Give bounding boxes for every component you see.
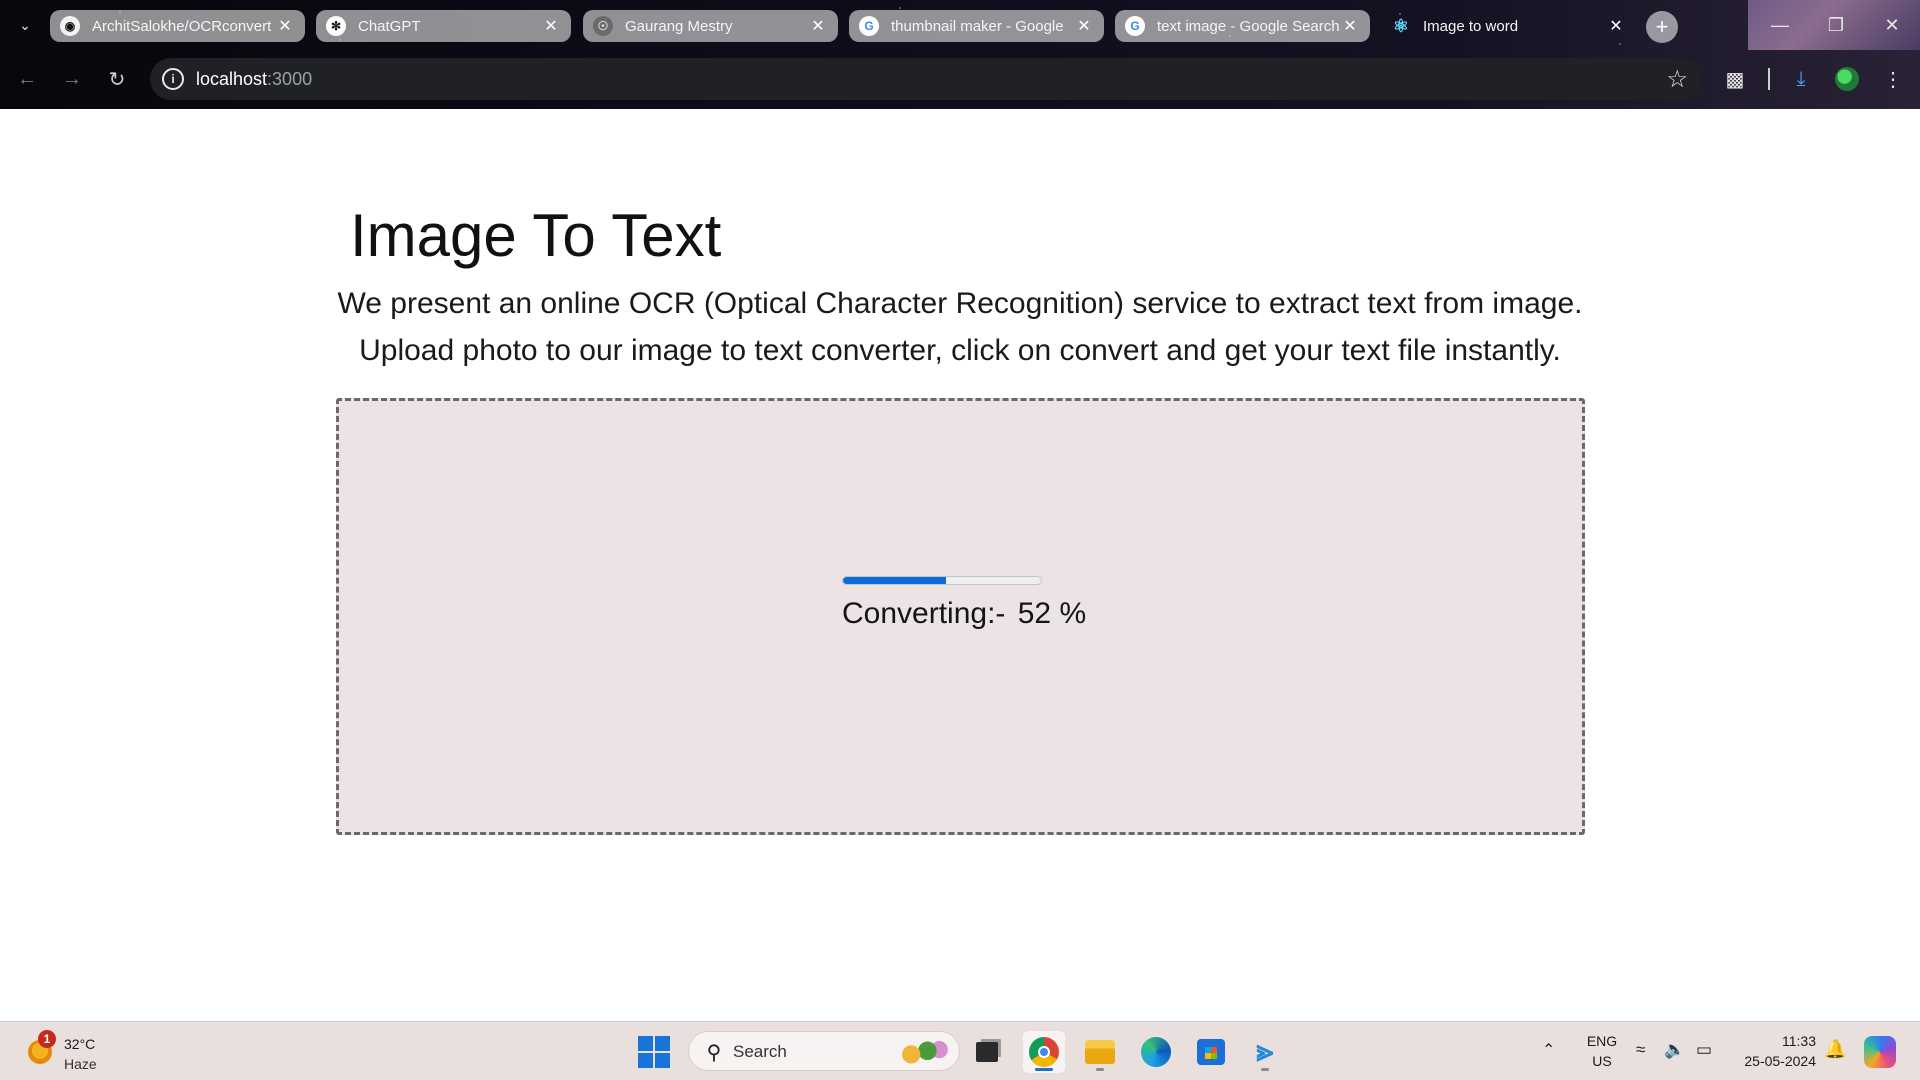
close-window-button[interactable]: ✕ bbox=[1864, 0, 1920, 50]
arrow-right-icon: → bbox=[62, 67, 82, 90]
forward-button[interactable]: → bbox=[55, 62, 89, 96]
tab-thumbnail-maker[interactable]: G thumbnail maker - Google ✕ bbox=[849, 10, 1104, 42]
chatgpt-icon: ✻ bbox=[326, 16, 346, 36]
volume-icon[interactable]: 🔈 bbox=[1664, 1040, 1685, 1060]
tab-image-to-word[interactable]: ⚛ Image to word ✕ bbox=[1381, 10, 1636, 42]
globe-icon: ☉ bbox=[593, 16, 613, 36]
close-icon[interactable]: ✕ bbox=[808, 16, 828, 36]
extensions-icon[interactable]: ▩ bbox=[1720, 64, 1750, 94]
taskbar-edge[interactable] bbox=[1135, 1031, 1177, 1073]
search-icon: ⚲ bbox=[706, 1041, 722, 1064]
taskbar-store[interactable] bbox=[1190, 1031, 1232, 1073]
more-menu-icon[interactable]: ⋮ bbox=[1878, 64, 1908, 94]
wifi-icon[interactable]: ≈ bbox=[1636, 1040, 1645, 1060]
close-icon[interactable]: ✕ bbox=[1074, 16, 1094, 36]
site-info-icon[interactable]: i bbox=[162, 68, 184, 90]
tab-github[interactable]: ◉ ArchitSalokhe/OCRconvert ✕ bbox=[50, 10, 305, 42]
url-port: :3000 bbox=[267, 69, 313, 89]
taskbar: 1 32°C Haze ⚲ Search ⪢ ⌃ ENG US ≈ 🔈 ▭ 11… bbox=[0, 1021, 1920, 1080]
bookmark-star-icon[interactable]: ☆ bbox=[1666, 65, 1688, 94]
tab-chatgpt[interactable]: ✻ ChatGPT ✕ bbox=[316, 10, 571, 42]
system-clock[interactable]: 11:33 25-05-2024 bbox=[1736, 1031, 1816, 1071]
google-icon: G bbox=[1125, 16, 1145, 36]
weather-widget[interactable]: 1 32°C Haze bbox=[24, 1030, 114, 1074]
description-line-1: We present an online OCR (Optical Charac… bbox=[337, 287, 1583, 320]
browser-chrome: — ❐ ✕ ⌄ ◉ ArchitSalokhe/OCRconvert ✕ ✻ C… bbox=[0, 0, 1920, 109]
windows-logo-icon bbox=[638, 1036, 653, 1051]
tab-title: ArchitSalokhe/OCRconvert bbox=[92, 17, 272, 35]
description-line-2: Upload photo to our image to text conver… bbox=[359, 334, 1561, 367]
page-content: Image To Text We present an online OCR (… bbox=[0, 109, 1920, 1021]
search-highlight-art bbox=[895, 1040, 949, 1064]
minimize-button[interactable]: — bbox=[1752, 0, 1808, 50]
tab-gaurang-mestry[interactable]: ☉ Gaurang Mestry ✕ bbox=[583, 10, 838, 42]
language-region: US bbox=[1592, 1053, 1612, 1069]
page-title: Image To Text bbox=[350, 202, 722, 269]
chevron-down-icon: ⌄ bbox=[19, 16, 31, 33]
google-icon: G bbox=[859, 16, 879, 36]
progress-label: Converting:- bbox=[842, 597, 1006, 630]
chrome-icon bbox=[1029, 1037, 1059, 1067]
notification-badge: 1 bbox=[38, 1030, 56, 1048]
tab-title: text image - Google Search bbox=[1157, 17, 1340, 35]
toolbar-divider bbox=[1768, 68, 1770, 90]
tab-title: thumbnail maker - Google bbox=[891, 17, 1064, 35]
tab-title: ChatGPT bbox=[358, 17, 421, 35]
copilot-icon[interactable] bbox=[1864, 1036, 1896, 1068]
clock-date: 25-05-2024 bbox=[1744, 1053, 1816, 1069]
tab-title: Gaurang Mestry bbox=[625, 17, 733, 35]
progress-percent: 52 % bbox=[1017, 597, 1087, 630]
url-text[interactable]: localhost:3000 bbox=[196, 69, 312, 90]
close-icon[interactable]: ✕ bbox=[1606, 16, 1626, 36]
folder-icon bbox=[1085, 1040, 1115, 1064]
battery-icon[interactable]: ▭ bbox=[1696, 1040, 1712, 1060]
task-view-button[interactable] bbox=[966, 1031, 1008, 1073]
progress-fill bbox=[843, 577, 946, 584]
taskbar-vscode[interactable]: ⪢ bbox=[1244, 1031, 1286, 1073]
language-indicator[interactable]: ENG US bbox=[1584, 1031, 1620, 1071]
clock-time: 11:33 bbox=[1782, 1033, 1816, 1049]
url-host: localhost bbox=[196, 69, 268, 89]
tab-title: Image to word bbox=[1423, 17, 1519, 35]
back-button[interactable]: ← bbox=[10, 62, 44, 96]
react-icon: ⚛ bbox=[1392, 15, 1410, 36]
store-icon bbox=[1197, 1039, 1225, 1065]
notification-bell-icon[interactable]: 🔔 bbox=[1824, 1039, 1846, 1060]
tab-search-dropdown[interactable]: ⌄ bbox=[8, 10, 42, 40]
restore-button[interactable]: ❐ bbox=[1808, 0, 1864, 50]
github-icon: ◉ bbox=[60, 16, 80, 36]
download-icon[interactable]: ⤓ bbox=[1786, 64, 1816, 94]
edge-icon bbox=[1141, 1037, 1171, 1067]
new-tab-button[interactable]: + bbox=[1646, 11, 1678, 43]
taskbar-search[interactable]: ⚲ Search bbox=[688, 1031, 960, 1071]
search-placeholder: Search bbox=[733, 1042, 787, 1061]
arrow-left-icon: ← bbox=[17, 67, 37, 90]
conversion-progress-bar bbox=[842, 576, 1042, 585]
weather-temperature: 32°C bbox=[64, 1036, 96, 1052]
upload-dropzone[interactable]: Converting:- 52 % bbox=[336, 398, 1585, 835]
vscode-icon: ⪢ bbox=[1256, 1035, 1274, 1068]
close-icon[interactable]: ✕ bbox=[541, 16, 561, 36]
taskbar-file-explorer[interactable] bbox=[1079, 1031, 1121, 1073]
progress-status: Converting:- 52 % bbox=[842, 597, 1086, 631]
taskbar-chrome[interactable] bbox=[1023, 1031, 1065, 1073]
reload-button[interactable]: ↻ bbox=[100, 62, 134, 96]
task-view-icon bbox=[976, 1042, 998, 1062]
chevron-up-icon[interactable]: ⌃ bbox=[1542, 1040, 1555, 1060]
start-button[interactable] bbox=[638, 1036, 670, 1068]
profile-avatar[interactable] bbox=[1832, 64, 1862, 94]
reload-icon: ↻ bbox=[108, 68, 126, 91]
close-icon[interactable]: ✕ bbox=[275, 16, 295, 36]
weather-condition: Haze bbox=[64, 1056, 97, 1072]
address-bar[interactable]: i localhost:3000 ☆ bbox=[150, 58, 1702, 100]
language-code: ENG bbox=[1586, 1033, 1618, 1049]
plus-icon: + bbox=[1655, 14, 1669, 39]
tab-text-image-search[interactable]: G text image - Google Search ✕ bbox=[1115, 10, 1370, 42]
close-icon[interactable]: ✕ bbox=[1340, 16, 1360, 36]
